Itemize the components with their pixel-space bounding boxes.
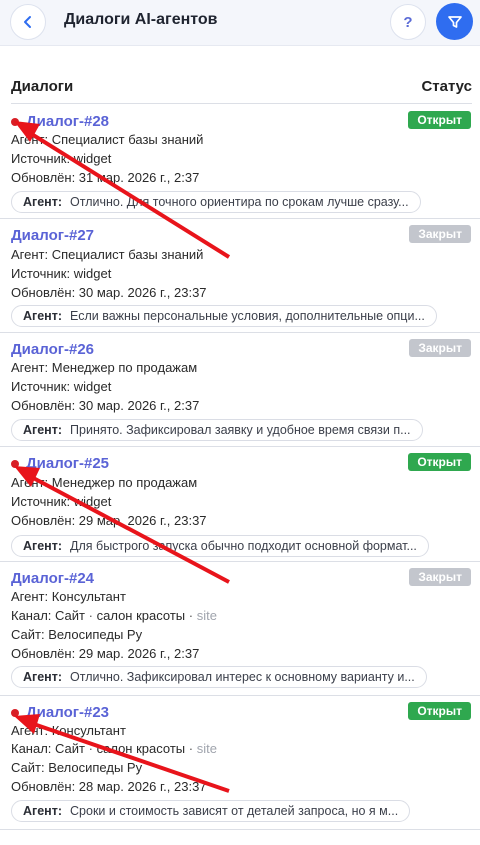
unread-dot-icon bbox=[11, 460, 19, 468]
message-preview[interactable]: Агент: Если важны персональные условия, д… bbox=[11, 305, 437, 327]
source-line: Источник: widget bbox=[11, 494, 112, 509]
channel-type: site bbox=[196, 608, 217, 623]
agent-line: Агент: Специалист базы знаний bbox=[11, 132, 204, 147]
preview-label: Агент: bbox=[23, 423, 63, 437]
dialog-card[interactable]: Диалог-#23 Открыт Агент: Консультант Кан… bbox=[0, 696, 480, 830]
dialog-title[interactable]: Диалог-#25 bbox=[26, 455, 109, 472]
dialog-title[interactable]: Диалог-#27 bbox=[11, 227, 94, 244]
agent-line: Агент: Менеджер по продажам bbox=[11, 360, 198, 375]
updated-line: Обновлён: 28 мар. 2026 г., 23:37 bbox=[11, 779, 207, 794]
dialog-card[interactable]: Диалог-#27 Закрыт Агент: Специалист базы… bbox=[0, 219, 480, 333]
message-preview[interactable]: Агент: Отлично. Зафиксировал интерес к ос… bbox=[11, 666, 427, 688]
channel-line: Канал: Сайт · салон красоты · site bbox=[11, 608, 217, 623]
list-header: Диалоги Статус bbox=[11, 76, 472, 104]
updated-line: Обновлён: 31 мар. 2026 г., 2:37 bbox=[11, 170, 200, 185]
source-line: Источник: widget bbox=[11, 151, 112, 166]
channel-name: салон красоты bbox=[96, 608, 186, 623]
unread-dot-icon bbox=[11, 118, 19, 126]
channel-name: салон красоты bbox=[96, 741, 186, 756]
agent-line: Агент: Менеджер по продажам bbox=[11, 475, 198, 490]
preview-text: Сроки и стоимость зависят от деталей зап… bbox=[70, 804, 399, 818]
preview-label: Агент: bbox=[23, 539, 63, 553]
source-line: Источник: widget bbox=[11, 379, 112, 394]
updated-line: Обновлён: 30 мар. 2026 г., 2:37 bbox=[11, 398, 200, 413]
back-button[interactable] bbox=[10, 4, 46, 40]
preview-text: Для быстрого запуска обычно подходит осн… bbox=[70, 539, 417, 553]
question-icon: ? bbox=[403, 13, 413, 31]
chevron-left-icon bbox=[24, 16, 31, 28]
channel-separator: · bbox=[188, 741, 194, 756]
filter-button[interactable] bbox=[436, 3, 473, 40]
top-bar: Диалоги AI-агентов ? bbox=[0, 0, 480, 46]
column-status: Статус bbox=[421, 78, 472, 95]
channel-label: Канал: Сайт bbox=[11, 741, 86, 756]
dialog-title[interactable]: Диалог-#24 bbox=[11, 570, 94, 587]
message-preview[interactable]: Агент: Принято. Зафиксировал заявку и удо… bbox=[11, 419, 423, 441]
channel-label: Канал: Сайт bbox=[11, 608, 86, 623]
status-badge: Закрыт bbox=[409, 339, 471, 357]
filter-icon bbox=[447, 15, 462, 28]
help-button[interactable]: ? bbox=[390, 4, 426, 40]
agent-line: Агент: Специалист базы знаний bbox=[11, 247, 204, 262]
agent-line: Агент: Консультант bbox=[11, 723, 126, 738]
preview-label: Агент: bbox=[23, 309, 63, 323]
channel-separator: · bbox=[188, 608, 194, 623]
updated-line: Обновлён: 29 мар. 2026 г., 2:37 bbox=[11, 646, 200, 661]
dialog-title[interactable]: Диалог-#23 bbox=[26, 704, 109, 721]
dialog-card[interactable]: Диалог-#24 Закрыт Агент: Консультант Кан… bbox=[0, 562, 480, 696]
updated-line: Обновлён: 30 мар. 2026 г., 23:37 bbox=[11, 285, 207, 300]
channel-type: site bbox=[196, 741, 217, 756]
preview-label: Агент: bbox=[23, 804, 63, 818]
unread-dot-icon bbox=[11, 709, 19, 717]
message-preview[interactable]: Агент: Для быстрого запуска обычно подход… bbox=[11, 535, 429, 557]
channel-separator: · bbox=[88, 608, 93, 623]
dialog-card[interactable]: Диалог-#25 Открыт Агент: Менеджер по про… bbox=[0, 447, 480, 562]
channel-separator: · bbox=[88, 741, 93, 756]
site-line: Сайт: Велосипеды Ру bbox=[11, 627, 143, 642]
preview-text: Принято. Зафиксировал заявку и удобное в… bbox=[70, 423, 411, 437]
channel-line: Канал: Сайт · салон красоты · site bbox=[11, 741, 217, 756]
column-dialogs: Диалоги bbox=[11, 78, 74, 95]
preview-text: Отлично. Для точного ориентира по срокам… bbox=[70, 195, 409, 209]
dialog-title[interactable]: Диалог-#28 bbox=[26, 113, 109, 130]
message-preview[interactable]: Агент: Отлично. Для точного ориентира по … bbox=[11, 191, 421, 213]
dialog-card[interactable]: Диалог-#28 Открыт Агент: Специалист базы… bbox=[0, 105, 480, 219]
preview-text: Отлично. Зафиксировал интерес к основном… bbox=[70, 670, 415, 684]
dialog-card[interactable]: Диалог-#26 Закрыт Агент: Менеджер по про… bbox=[0, 333, 480, 447]
agent-line: Агент: Консультант bbox=[11, 589, 126, 604]
site-line: Сайт: Велосипеды Ру bbox=[11, 760, 143, 775]
dialog-title[interactable]: Диалог-#26 bbox=[11, 341, 94, 358]
preview-label: Агент: bbox=[23, 195, 63, 209]
status-badge: Закрыт bbox=[409, 568, 471, 586]
status-badge: Открыт bbox=[408, 453, 471, 471]
source-line: Источник: widget bbox=[11, 266, 112, 281]
updated-line: Обновлён: 29 мар. 2026 г., 23:37 bbox=[11, 513, 207, 528]
message-preview[interactable]: Агент: Сроки и стоимость зависят от детал… bbox=[11, 800, 411, 822]
page-title: Диалоги AI-агентов bbox=[64, 11, 218, 28]
status-badge: Открыт bbox=[408, 702, 471, 720]
status-badge: Открыт bbox=[408, 111, 471, 129]
preview-text: Если важны персональные условия, дополни… bbox=[70, 309, 425, 323]
status-badge: Закрыт bbox=[409, 225, 471, 243]
preview-label: Агент: bbox=[23, 670, 63, 684]
